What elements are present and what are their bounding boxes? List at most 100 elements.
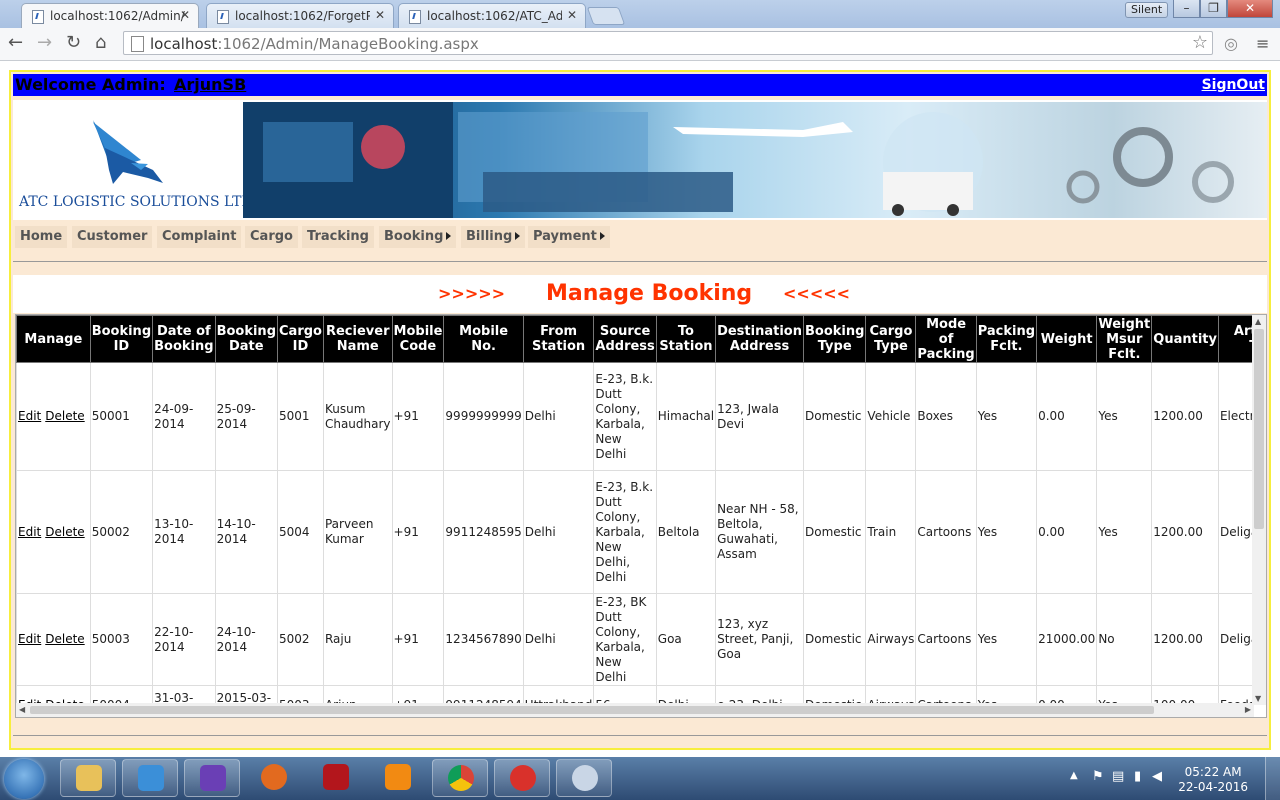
menu-label: Customer [77,229,148,244]
edit-link[interactable]: Edit [18,525,41,539]
grid-cell: Train [865,470,917,594]
chrome-taskbar-button[interactable] [432,759,488,797]
clock-date: 22-04-2016 [1178,780,1248,794]
show-desktop-button[interactable] [1265,757,1280,800]
new-tab-button[interactable] [586,7,626,25]
column-header: Booking Date [214,315,279,363]
horizontal-scrollbar[interactable]: ◀ ▶ [16,703,1254,717]
browser-tab-forgetpass[interactable]: localhost:1062/ForgetPass ✕ [206,3,394,28]
company-name: ATC LOGISTIC SOLUTIONS LTD. [19,194,257,210]
booking-row: Edit Delete 50001 24-09-2014 25-09-2014 5001 K… [16,362,1254,471]
clock-time: 05:22 AM [1184,765,1242,779]
grid-cell: Himachal [655,362,717,471]
home-icon[interactable]: ⌂ [95,32,106,53]
delete-link[interactable]: Delete [45,525,84,539]
explorer-taskbar-button[interactable] [60,759,116,797]
bookmark-star-icon[interactable]: ☆ [1192,32,1208,53]
username-link[interactable]: ArjunSB [174,74,246,96]
address-bar[interactable]: localhost:1062/Admin/ManageBooking.aspx … [123,31,1213,55]
vertical-scroll-thumb[interactable] [1254,329,1264,529]
close-tab-icon[interactable]: ✕ [375,8,385,22]
submenu-arrow-icon [446,232,452,240]
edit-link[interactable]: Edit [18,632,41,646]
maximize-window-button[interactable]: ❐ [1200,0,1227,18]
menu-icon[interactable]: ≡ [1256,34,1269,53]
grid-cell: 24-09-2014 [152,362,216,471]
vertical-scrollbar[interactable]: ▲ ▼ [1252,315,1266,705]
menu-item-customer[interactable]: Customer [72,226,153,248]
signout-link[interactable]: SignOut [1202,74,1265,96]
submenu-arrow-icon [599,232,605,240]
grid-cell: 9911248595 [443,470,524,594]
show-hidden-icons-arrow-icon[interactable]: ▲ [1070,770,1078,781]
grid-cell: E-23, BK Dutt Colony, Karbala, New Delhi [593,593,657,686]
browser-tab-atc-admin[interactable]: localhost:1062/ATC_Admi ✕ [398,3,586,28]
network-icon[interactable]: ▤ [1112,769,1124,784]
grid-cell: Delhi [522,593,595,686]
column-header: Articales Type [1217,315,1254,363]
volume-icon[interactable]: ◀ [1152,769,1162,784]
ccleaner-taskbar-button[interactable] [494,759,550,797]
grid-cell: 50003 [89,593,154,686]
column-header: Weight [1036,315,1098,363]
grid-cell: 123, xyz Street, Panji, Goa [715,593,804,686]
reload-icon[interactable]: ↻ [66,32,81,53]
menu-label: Complaint [162,229,237,244]
back-icon[interactable]: ← [8,32,23,53]
tab-title: localhost:1062/ForgetPass [235,9,370,23]
grid-cell: 13-10-2014 [152,470,216,594]
menu-item-billing[interactable]: Billing [461,226,526,248]
column-header: Mobile No. [443,315,524,363]
grid-cell: 14-10-2014 [214,470,279,594]
delete-link[interactable]: Delete [45,632,84,646]
grid-cell: Electronics [1217,362,1254,471]
column-header: Reciever Name [322,315,393,363]
delete-link[interactable]: Delete [45,409,84,423]
close-tab-icon[interactable]: ✕ [567,8,577,22]
page-icon [32,10,44,24]
extension-icon[interactable]: ◎ [1224,34,1238,53]
url-text[interactable]: localhost:1062/Admin/ManageBooking.aspx [150,35,479,53]
grid-cell: 0.00 [1036,362,1098,471]
flag-icon[interactable]: ⚑ [1092,769,1104,784]
start-button[interactable] [4,759,44,799]
grid-cell: Airways [865,593,917,686]
eagle-logo-icon [93,120,163,184]
grid-cell: 1234567890 [443,593,524,686]
paint-taskbar-button[interactable] [556,759,612,797]
menu-item-payment[interactable]: Payment [528,226,610,248]
grid-cell: Near NH - 58, Beltola, Guwahati, Assam [715,470,804,594]
browser-tab-managebooking[interactable]: localhost:1062/Admin/Ma ✕ [21,3,199,28]
clock[interactable]: 05:22 AM 22-04-2016 [1178,765,1248,795]
scroll-down-arrow-icon[interactable]: ▼ [1255,694,1261,703]
forward-icon[interactable]: → [37,32,52,53]
grid-cell: Delhi [522,362,595,471]
grid-cell: +91 [391,593,445,686]
minimize-window-button[interactable]: – [1173,0,1200,18]
grid-cell: 5004 [277,470,324,594]
media-player-taskbar-button[interactable] [122,759,178,797]
grid-cell: 5001 [277,362,324,471]
horizontal-scroll-thumb[interactable] [30,706,1154,714]
edit-link[interactable]: Edit [18,409,41,423]
menu-item-cargo[interactable]: Cargo [245,226,298,248]
acrobat-taskbar-button[interactable] [308,759,364,797]
close-window-button[interactable]: ✕ [1227,0,1273,18]
signal-icon[interactable]: ▮ [1134,769,1141,784]
menu-item-tracking[interactable]: Tracking [302,226,374,248]
scroll-right-arrow-icon[interactable]: ▶ [1245,705,1251,714]
column-header: Packing Fclt. [975,315,1038,363]
menu-item-complaint[interactable]: Complaint [157,226,242,248]
booking-grid-viewport[interactable]: Manage Booking ID Date of Booking Booking D… [16,315,1254,705]
scroll-left-arrow-icon[interactable]: ◀ [19,705,25,714]
firefox-taskbar-button[interactable] [246,759,302,797]
grid-cell: 25-09-2014 [214,362,279,471]
vlc-taskbar-button[interactable] [370,759,426,797]
grid-cell: 1200.00 [1151,470,1219,594]
visual-studio-taskbar-button[interactable] [184,759,240,797]
close-tab-icon[interactable]: ✕ [180,8,190,22]
menu-item-home[interactable]: Home [15,226,68,248]
menu-item-booking[interactable]: Booking [379,226,457,248]
scroll-up-arrow-icon[interactable]: ▲ [1255,317,1261,326]
grid-cell: +91 [391,470,445,594]
